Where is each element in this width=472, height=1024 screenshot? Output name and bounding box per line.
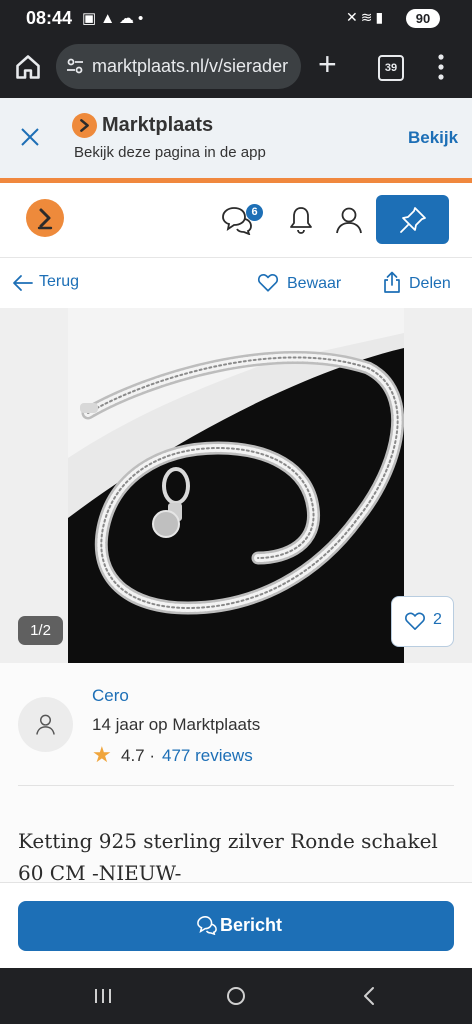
cloud-icon: ☁ <box>119 10 139 27</box>
listing-action-bar: Terug Bewaar Delen <box>0 258 472 308</box>
banner-subtitle: Bekijk deze pagina in de app <box>74 144 266 161</box>
banner-app-name: Marktplaats <box>102 114 214 136</box>
notification-icons: ▣▲☁• <box>82 9 147 27</box>
favorite-button[interactable]: 2 <box>391 596 454 647</box>
listing-title: Ketting 925 sterling zilver Ronde schake… <box>18 829 438 885</box>
site-header: 6 <box>0 183 472 258</box>
more-options-icon[interactable] <box>438 54 444 80</box>
bottom-cta-bar: Bericht <box>0 882 472 969</box>
message-button[interactable]: Bericht <box>18 901 454 951</box>
mute-icon: ✕ <box>346 9 361 25</box>
favorite-count: 2 <box>433 611 442 628</box>
star-icon: ★ <box>92 742 112 767</box>
battery-indicator: 90 <box>406 9 440 28</box>
share-button[interactable]: Delen <box>409 275 451 293</box>
product-photo[interactable] <box>68 308 404 663</box>
reviews-link[interactable]: 477 reviews <box>162 746 253 766</box>
address-bar[interactable]: marktplaats.nl/v/sierader <box>56 44 301 89</box>
alert-icon: ▲ <box>100 10 120 27</box>
save-button[interactable]: Bewaar <box>287 275 341 293</box>
heart-icon[interactable] <box>257 272 279 293</box>
browser-toolbar: marktplaats.nl/v/sierader + 39 <box>0 36 472 98</box>
screenshot-icon: ▣ <box>82 10 101 27</box>
heart-icon <box>405 612 425 630</box>
place-ad-button[interactable] <box>376 195 449 244</box>
system-icons: ✕≋▮ <box>346 9 386 26</box>
system-navigation-bar <box>0 968 472 1024</box>
rating-separator: · <box>149 746 156 765</box>
back-icon[interactable] <box>358 985 380 1007</box>
message-button-label: Bericht <box>220 915 283 935</box>
listing-details: Cero 14 jaar op Marktplaats ★ 4.7 · 477 … <box>0 663 472 885</box>
close-icon[interactable] <box>18 125 42 149</box>
logo-arrow-icon <box>37 208 53 230</box>
app-banner <box>0 98 472 178</box>
tab-switcher-button[interactable]: 39 <box>378 55 404 81</box>
rating-value: 4.7 <box>121 746 145 765</box>
status-bar: 08:44 ▣▲☁• ✕≋▮ 90 <box>0 0 472 36</box>
seller-avatar[interactable] <box>18 697 73 752</box>
seller-name-link[interactable]: Cero <box>92 686 129 706</box>
user-icon <box>36 714 55 735</box>
necklace-image <box>68 308 404 663</box>
url-text: marktplaats.nl/v/sierader <box>92 56 289 76</box>
messages-badge: 6 <box>246 204 263 221</box>
image-gallery[interactable]: 1/2 2 <box>0 308 472 663</box>
new-tab-icon[interactable]: + <box>318 46 337 83</box>
divider <box>18 785 454 786</box>
seller-membership: 14 jaar op Marktplaats <box>92 715 261 734</box>
recents-icon[interactable] <box>92 985 114 1007</box>
dot-icon: • <box>138 10 148 27</box>
home-icon[interactable] <box>14 53 42 81</box>
marktplaats-logo-icon <box>72 113 97 138</box>
wifi-icon: ≋ <box>360 9 376 25</box>
home-circle-icon[interactable] <box>225 985 247 1007</box>
share-icon[interactable] <box>383 271 401 293</box>
pin-icon <box>400 207 426 233</box>
chat-icon <box>197 916 217 935</box>
site-settings-icon[interactable] <box>66 57 84 75</box>
signal-icon: ▮ <box>375 9 387 25</box>
image-counter: 1/2 <box>18 616 63 645</box>
seller-rating: 4.7 · <box>121 746 155 766</box>
bell-icon[interactable] <box>288 205 314 235</box>
back-button[interactable]: Terug <box>39 273 79 291</box>
user-icon[interactable] <box>334 205 364 235</box>
status-time: 08:44 <box>26 8 73 28</box>
site-logo[interactable] <box>26 199 64 237</box>
arrow-left-icon[interactable] <box>12 273 34 293</box>
open-in-app-button[interactable]: Bekijk <box>408 128 458 148</box>
